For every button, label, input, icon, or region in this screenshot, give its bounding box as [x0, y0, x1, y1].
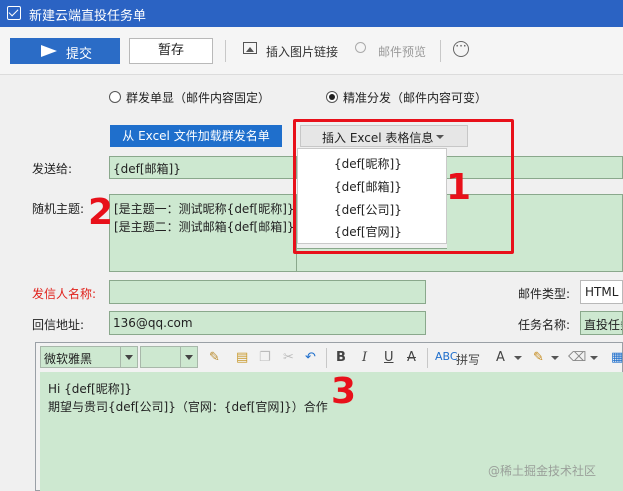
- mail-type-label: 邮件类型:: [518, 287, 571, 301]
- reply-label: 回信地址:: [32, 318, 85, 332]
- radio-precise-send-label: 精准分发（邮件内容可变）: [343, 91, 488, 105]
- editor-toolbar-divider: [326, 348, 327, 368]
- spellcheck-button[interactable]: 拼写: [456, 351, 480, 368]
- annotation-number-1: 1: [446, 167, 472, 208]
- radio-precise-send[interactable]: [326, 91, 338, 103]
- font-size-select[interactable]: [140, 346, 198, 368]
- sender-label: 发信人名称:: [32, 287, 97, 301]
- body-line-1: Hi {def[昵称]}: [48, 382, 133, 396]
- title-bar: 新建云端直投任务单: [0, 0, 623, 27]
- underline-icon[interactable]: U: [384, 350, 394, 365]
- image-icon: [243, 42, 257, 54]
- send-icon: [41, 45, 57, 57]
- font-family-value: 微软雅黑: [44, 352, 93, 366]
- strikethrough-icon[interactable]: A: [407, 350, 416, 365]
- annotation-number-2: 2: [88, 192, 114, 233]
- chevron-down-icon: [180, 347, 197, 367]
- clear-format-icon[interactable]: ⌫: [568, 350, 586, 365]
- to-value: {def[邮箱]}: [113, 162, 181, 176]
- cut-icon[interactable]: ✂: [283, 350, 294, 365]
- reply-field[interactable]: 136@qq.com: [109, 311, 426, 335]
- to-label: 发送给:: [32, 162, 73, 176]
- watermark: @稀土掘金技术社区: [488, 464, 597, 478]
- task-field[interactable]: 直投任务: [580, 311, 623, 335]
- submit-label: 提交: [66, 47, 93, 62]
- radio-mass-send-label: 群发单显（邮件内容固定）: [126, 91, 271, 105]
- font-color-icon[interactable]: A: [496, 350, 505, 365]
- chevron-down-icon[interactable]: [590, 356, 598, 360]
- app-icon: [7, 6, 21, 20]
- chevron-down-icon: [120, 347, 137, 367]
- window-title: 新建云端直投任务单: [29, 9, 147, 24]
- sender-field[interactable]: [109, 280, 426, 304]
- spellcheck-icon: ABC: [435, 350, 458, 363]
- task-value: 直投任务: [584, 318, 622, 332]
- subject-line-1: [是主题一：测试昵称{def[昵称]}: [114, 202, 295, 216]
- submit-button[interactable]: 提交: [10, 38, 120, 64]
- more-icon[interactable]: ···: [453, 40, 469, 57]
- highlight-icon[interactable]: ✎: [533, 350, 544, 365]
- highlight-box: [293, 119, 514, 254]
- editor-toolbar-divider: [427, 348, 428, 368]
- format-painter-icon[interactable]: ✎: [209, 350, 220, 365]
- radio-mass-send[interactable]: [109, 91, 121, 103]
- mail-type-select[interactable]: HTML: [580, 280, 623, 304]
- toolbar-divider: [225, 40, 226, 62]
- toolbar: 提交 暂存 插入图片链接 邮件预览 ···: [0, 27, 623, 75]
- body-line-2: 期望与贵司{def[公司]}（官网：{def[官网]}）合作: [48, 400, 328, 414]
- annotation-number-3: 3: [331, 371, 357, 412]
- reply-value: 136@qq.com: [113, 316, 193, 330]
- chevron-down-icon[interactable]: [551, 356, 559, 360]
- to-field[interactable]: {def[邮箱]}: [109, 156, 297, 179]
- table-icon[interactable]: ▦: [611, 350, 623, 365]
- bold-icon[interactable]: B: [336, 350, 346, 365]
- preview-button[interactable]: 邮件预览: [378, 43, 426, 60]
- subject-field[interactable]: [是主题一：测试昵称{def[昵称]} [是主题二：测试邮箱{def[邮箱]}: [109, 194, 297, 272]
- subject-line-2: [是主题二：测试邮箱{def[邮箱]}: [114, 220, 295, 234]
- italic-icon[interactable]: I: [362, 350, 367, 365]
- task-label: 任务名称:: [518, 318, 571, 332]
- subject-label: 随机主题:: [32, 202, 85, 216]
- toolbar-divider: [440, 40, 441, 62]
- paste-icon[interactable]: ▤: [236, 350, 248, 365]
- draft-button[interactable]: 暂存: [129, 38, 213, 64]
- undo-icon[interactable]: ↶: [305, 350, 316, 365]
- chevron-down-icon[interactable]: [514, 356, 522, 360]
- preview-icon: [355, 42, 366, 53]
- load-excel-button[interactable]: 从 Excel 文件加载群发名单: [110, 125, 282, 147]
- copy-icon[interactable]: ❐: [259, 350, 271, 365]
- mail-type-value: HTML: [585, 285, 619, 299]
- font-family-select[interactable]: 微软雅黑: [40, 346, 138, 368]
- insert-image-link-button[interactable]: 插入图片链接: [266, 43, 338, 60]
